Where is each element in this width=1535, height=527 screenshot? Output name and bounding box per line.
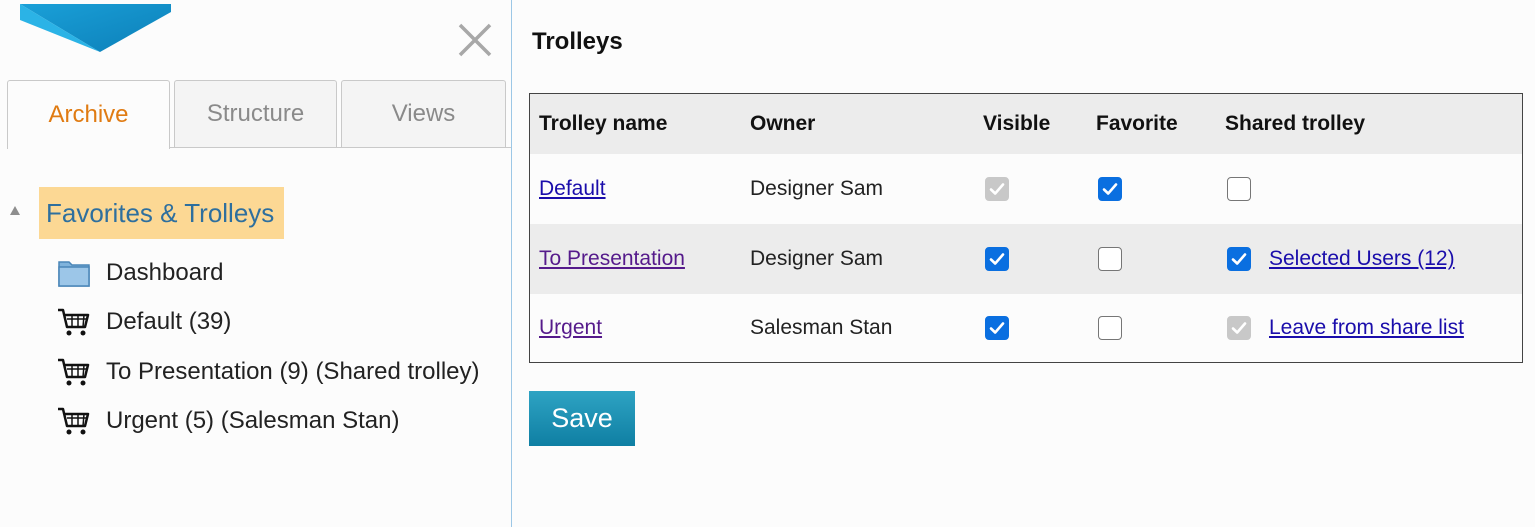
tree-root-favorites[interactable]: Favorites & Trolleys — [39, 187, 285, 239]
visible-checkbox[interactable] — [985, 316, 1009, 340]
checkmark-icon — [1231, 322, 1247, 334]
tree-item-label: Dashboard — [106, 259, 224, 286]
trolley-link-to-presentation[interactable]: To Presentation — [539, 247, 685, 271]
owner-cell: Salesman Stan — [750, 316, 893, 339]
cart-icon — [58, 407, 90, 435]
checkmark-icon — [1102, 183, 1118, 195]
tab-structure[interactable]: Structure — [174, 80, 337, 147]
trolley-table: Trolley name Owner Visible Favorite Shar… — [529, 93, 1523, 363]
tree-item-label: Urgent (5) (Salesman Stan) — [106, 407, 400, 434]
cart-icon — [58, 308, 90, 336]
owner-cell: Designer Sam — [750, 177, 884, 200]
save-button[interactable]: Save — [529, 391, 635, 446]
folder-icon — [58, 261, 90, 287]
checkmark-icon — [989, 322, 1005, 334]
table-row: To Presentation Designer Sam Selected Us… — [530, 224, 1522, 294]
table-header-row: Trolley name Owner Visible Favorite Shar… — [530, 94, 1522, 154]
tree-item-urgent[interactable]: Urgent (5) (Salesman Stan) — [57, 403, 399, 439]
shared-checkbox[interactable] — [1227, 247, 1251, 271]
table-row: Default Designer Sam — [530, 154, 1522, 224]
tree-item-label: To Presentation (9) (Shared trolley) — [106, 358, 480, 385]
shared-checkbox — [1227, 316, 1251, 340]
favorite-checkbox[interactable] — [1098, 316, 1122, 340]
favorite-checkbox[interactable] — [1098, 177, 1122, 201]
checkmark-icon — [989, 183, 1005, 195]
checkmark-icon — [989, 253, 1005, 265]
trolley-link-default[interactable]: Default — [539, 177, 606, 201]
selected-users-link[interactable]: Selected Users (12) — [1269, 247, 1455, 271]
tree-item-to-presentation[interactable]: To Presentation (9) (Shared trolley) — [57, 354, 480, 390]
visible-checkbox — [985, 177, 1009, 201]
collapse-triangle-icon[interactable] — [10, 206, 20, 215]
leave-share-list-link[interactable]: Leave from share list — [1269, 316, 1464, 340]
tab-views[interactable]: Views — [341, 80, 506, 147]
page-title: Trolleys — [532, 28, 623, 55]
header-trolley-name: Trolley name — [539, 112, 668, 135]
panel-divider[interactable] — [511, 0, 512, 527]
navigation-panel: Archive Structure Views Favorites & Trol… — [0, 0, 511, 527]
header-favorite: Favorite — [1096, 112, 1178, 135]
close-icon[interactable] — [456, 21, 494, 59]
tab-archive[interactable]: Archive — [7, 80, 170, 149]
tree-item-default[interactable]: Default (39) — [57, 304, 231, 340]
header-visible: Visible — [983, 112, 1051, 135]
favorite-checkbox[interactable] — [1098, 247, 1122, 271]
cart-icon — [58, 358, 90, 386]
tree-item-dashboard[interactable]: Dashboard — [57, 255, 223, 291]
header-owner: Owner — [750, 112, 816, 135]
tabs-divider — [170, 147, 511, 148]
table-row: Urgent Salesman Stan Leave from share li… — [530, 294, 1522, 362]
trolley-link-urgent[interactable]: Urgent — [539, 316, 602, 340]
logo-icon — [20, 4, 171, 52]
checkmark-icon — [1231, 253, 1247, 265]
header-shared-trolley: Shared trolley — [1225, 112, 1366, 135]
owner-cell: Designer Sam — [750, 247, 884, 270]
visible-checkbox[interactable] — [985, 247, 1009, 271]
tree-item-label: Default (39) — [106, 308, 232, 335]
shared-checkbox[interactable] — [1227, 177, 1251, 201]
